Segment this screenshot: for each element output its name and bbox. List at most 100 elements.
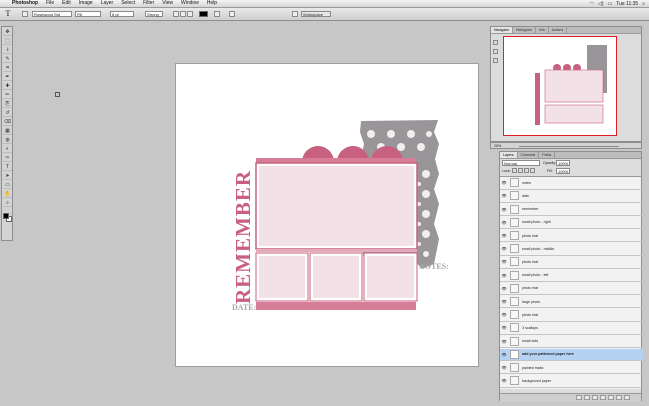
layer-visibility-eye-icon[interactable]: 👁 [500,233,508,238]
tab-channels[interactable]: Channels [518,152,540,158]
layer-visibility-eye-icon[interactable]: 👁 [500,339,508,344]
path-select-tool-icon[interactable]: ➤ [3,173,12,180]
menu-help[interactable]: Help [203,0,221,7]
menu-select[interactable]: Select [117,0,139,7]
marquee-tool-icon[interactable]: ⬚ [3,38,12,45]
stamp-tool-icon[interactable]: ⎘ [3,101,12,108]
align-right-icon[interactable] [187,11,193,17]
layer-row[interactable]: 👁 date [500,190,643,203]
lock-transparency-icon[interactable] [512,168,517,173]
font-style-select[interactable]: Fill [75,11,101,17]
layer-visibility-eye-icon[interactable]: 👁 [500,365,508,370]
foreground-color-swatch[interactable] [3,213,9,219]
menu-image[interactable]: Image [75,0,97,7]
new-layer-icon[interactable] [616,395,622,400]
tab-info[interactable]: Info [536,27,549,33]
layer-visibility-eye-icon[interactable]: 👁 [500,193,508,198]
lock-all-icon[interactable] [530,168,535,173]
layer-row[interactable]: 👁 small photo - middle [500,243,643,256]
layer-row[interactable]: 👁 notes [500,177,643,190]
font-size-select[interactable]: 8 pt [110,11,134,17]
brush-tool-icon[interactable]: ✏ [3,92,12,99]
crop-tool-icon[interactable]: ⌗ [3,65,12,72]
blur-tool-icon[interactable]: ◍ [3,137,12,144]
font-family-select[interactable]: Rosewood Std [32,11,72,17]
layer-visibility-eye-icon[interactable]: 👁 [500,207,508,212]
menu-file[interactable]: File [42,0,58,7]
layer-row[interactable]: 👁 small photo - right [500,217,643,230]
layer-row[interactable]: 👁 photo mat [500,283,643,296]
opacity-input[interactable]: 100% [556,160,570,166]
hand-tool-icon[interactable]: ✋ [3,191,12,198]
menu-edit[interactable]: Edit [58,0,75,7]
layer-visibility-eye-icon[interactable]: 👁 [500,246,508,251]
layer-visibility-eye-icon[interactable]: 👁 [500,312,508,317]
layer-row[interactable]: 👁 large photo [500,296,643,309]
layer-visibility-eye-icon[interactable]: 👁 [500,325,508,330]
history-brush-tool-icon[interactable]: ↺ [3,110,12,117]
zoom-tool-icon[interactable]: ⌕ [3,200,12,207]
healing-tool-icon[interactable]: ✚ [3,83,12,90]
layer-visibility-eye-icon[interactable]: 👁 [500,259,508,264]
gradient-tool-icon[interactable]: ▦ [3,128,12,135]
lock-move-icon[interactable] [524,168,529,173]
align-center-icon[interactable] [180,11,186,17]
menubar-clock[interactable]: Tue 11:35 [616,1,638,7]
layer-visibility-eye-icon[interactable]: 👁 [500,220,508,225]
tab-paths[interactable]: Paths [539,152,556,158]
menu-filter[interactable]: Filter [139,0,158,7]
tab-navigator[interactable]: Navigator [491,27,513,33]
trash-icon[interactable] [624,395,630,400]
text-orientation-toggle-icon[interactable] [22,11,28,17]
volume-icon[interactable]: ◁) [598,1,604,7]
eraser-tool-icon[interactable]: ⌫ [3,119,12,126]
lock-brush-icon[interactable] [518,168,523,173]
layer-row[interactable]: 👁 small photo - left [500,269,643,282]
eyedropper-tool-icon[interactable]: ✒ [3,74,12,81]
layer-visibility-eye-icon[interactable]: 👁 [500,378,508,383]
layer-mask-icon[interactable] [592,395,598,400]
zoom-level[interactable]: 25% [494,143,501,149]
menu-window[interactable]: Window [177,0,203,7]
wifi-icon[interactable]: ◠ [590,1,594,7]
layer-visibility-eye-icon[interactable]: 👁 [500,286,508,291]
quick-select-tool-icon[interactable]: ✎ [3,56,12,63]
tab-histogram[interactable]: Histogram [513,27,536,33]
layer-row[interactable]: 👁 photo mat [500,230,643,243]
layer-row[interactable]: 👁 3 scallops [500,322,643,335]
fill-input[interactable]: 100% [556,168,570,174]
warp-text-icon[interactable] [214,11,220,17]
character-panel-icon[interactable] [229,11,235,17]
workspace-icon[interactable] [292,11,298,17]
tab-layers[interactable]: Layers [500,152,518,158]
move-tool-icon[interactable]: ✥ [3,29,12,36]
layer-row[interactable]: 👁 small dots [500,335,643,348]
zoom-slider[interactable] [519,145,619,147]
battery-icon[interactable]: ▭ [607,1,612,7]
navigator-side-icon[interactable] [493,40,498,45]
dodge-tool-icon[interactable]: ◐ [3,146,12,153]
navigator-side-icon-3[interactable] [493,58,498,63]
link-layers-icon[interactable] [576,395,582,400]
type-tool-icon[interactable]: T [3,164,12,171]
layer-row[interactable]: 👁 add your patterned paper here [500,348,643,362]
layer-visibility-eye-icon[interactable]: 👁 [500,299,508,304]
menu-app-name[interactable]: Photoshop [8,0,42,7]
navigator-preview[interactable] [503,36,617,136]
antialias-select[interactable]: Strong [145,11,163,17]
type-tool-preset-button[interactable]: T [3,9,13,19]
tab-actions[interactable]: Actions [549,27,568,33]
layer-row[interactable]: 👁 remember [500,203,643,216]
shape-tool-icon[interactable]: ▭ [3,182,12,189]
pen-tool-icon[interactable]: ✑ [3,155,12,162]
align-left-icon[interactable] [173,11,179,17]
spotlight-search-icon[interactable]: ⌕ [642,1,645,7]
layer-visibility-eye-icon[interactable]: 👁 [500,180,508,185]
layer-style-icon[interactable] [584,395,590,400]
document-canvas[interactable]: REMEMBER DATE: NOTES: [175,63,479,367]
lasso-tool-icon[interactable]: ℓ [3,47,12,54]
text-color-swatch[interactable] [199,11,208,17]
adjustment-layer-icon[interactable] [600,395,606,400]
layer-row[interactable]: 👁 photo mat [500,309,643,322]
navigator-side-icon-2[interactable] [493,49,498,54]
